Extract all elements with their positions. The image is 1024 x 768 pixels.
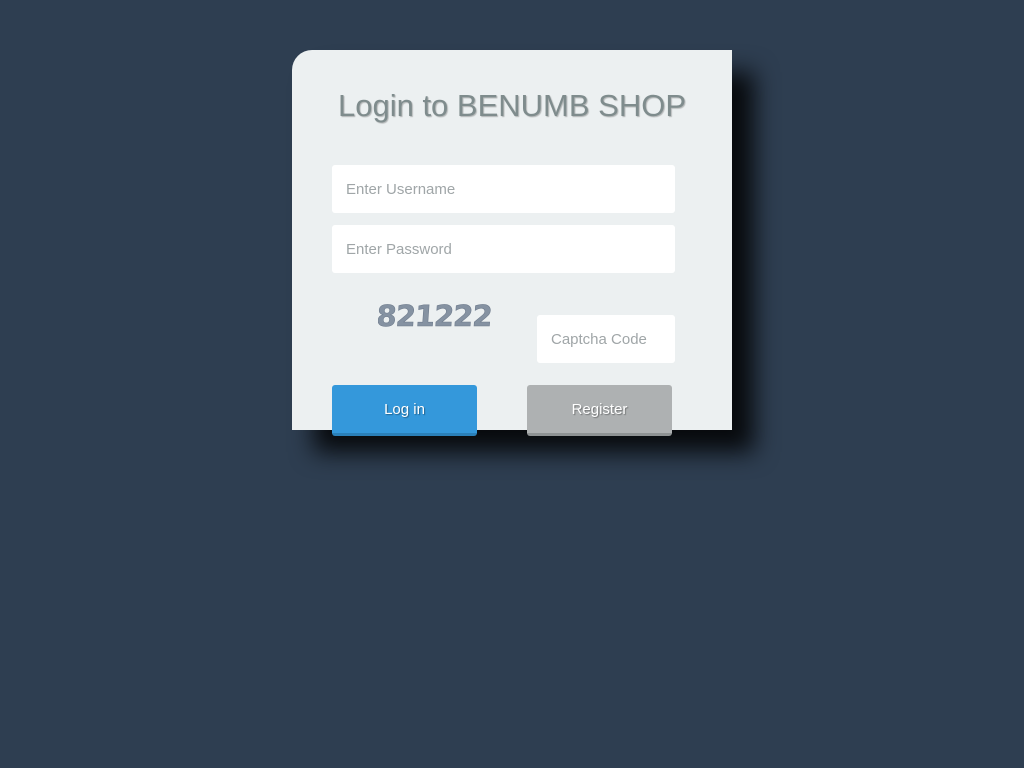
username-input[interactable] (332, 165, 675, 213)
password-input[interactable] (332, 225, 675, 273)
captcha-code-input[interactable] (537, 315, 675, 363)
captcha-text: 821222 (378, 299, 493, 333)
register-button[interactable]: Register (527, 385, 672, 436)
login-card: Login to BENUMB SHOP 821222 Log in Regis… (292, 50, 732, 436)
login-button[interactable]: Log in (332, 385, 477, 436)
page-title: Login to BENUMB SHOP (337, 88, 687, 123)
captcha-image: 821222 (378, 296, 498, 336)
